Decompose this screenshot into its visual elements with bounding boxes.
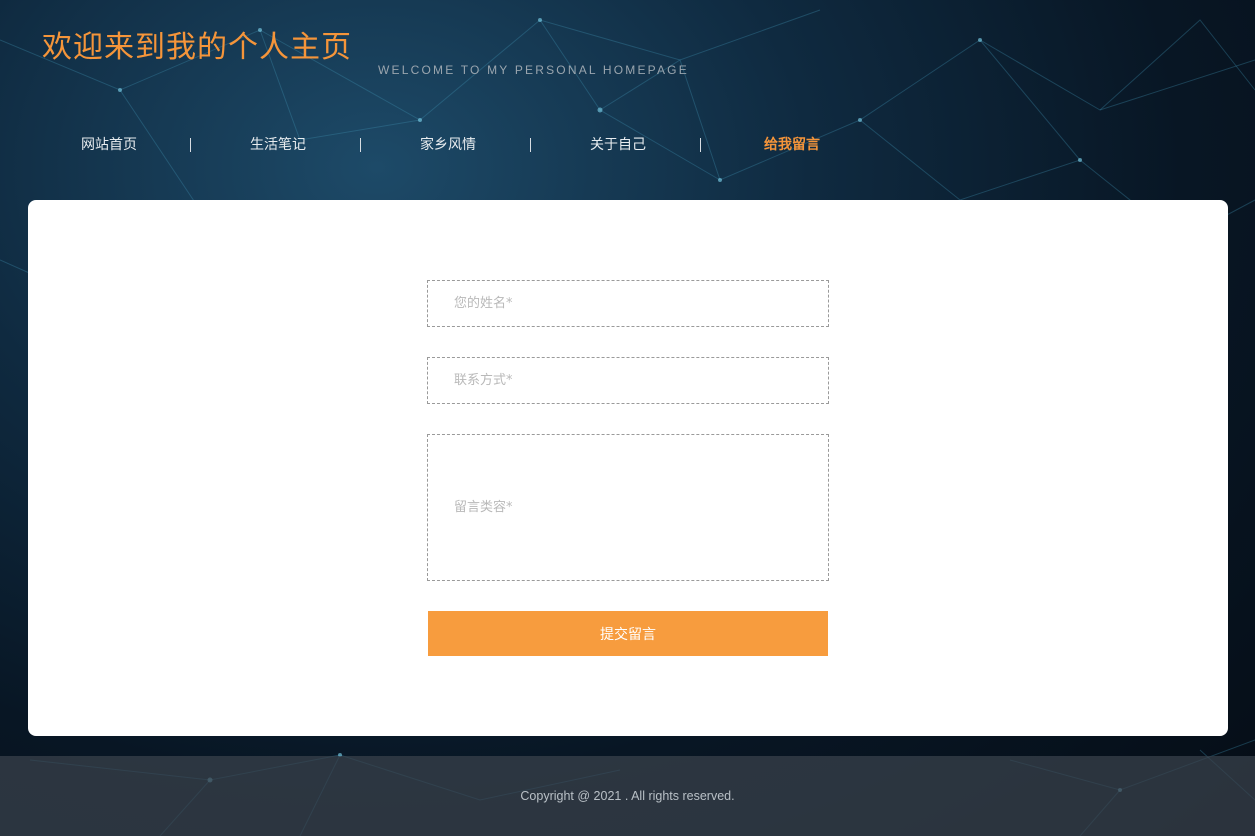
main-nav: 网站首页 生活笔记 家乡风情 关于自己 给我留言	[0, 133, 1000, 157]
site-footer: Copyright @ 2021 . All rights reserved.	[0, 756, 1255, 836]
nav-separator	[530, 138, 531, 152]
site-title: 欢迎来到我的个人主页	[42, 30, 352, 65]
copyright-text: Copyright @ 2021 . All rights reserved.	[520, 789, 735, 803]
nav-item-about[interactable]: 关于自己	[533, 133, 703, 157]
nav-item-life-notes[interactable]: 生活笔记	[193, 133, 363, 157]
nav-item-message[interactable]: 给我留言	[707, 133, 877, 157]
message-textarea[interactable]	[427, 434, 829, 581]
nav-separator	[700, 138, 701, 152]
site-header: 欢迎来到我的个人主页 WELCOME TO MY PERSONAL HOMEPA…	[0, 0, 1255, 200]
submit-message-button[interactable]: 提交留言	[428, 611, 828, 656]
nav-item-home[interactable]: 网站首页	[24, 133, 194, 157]
contact-input[interactable]	[427, 357, 829, 404]
site-subtitle: WELCOME TO MY PERSONAL HOMEPAGE	[378, 63, 689, 77]
nav-separator	[360, 138, 361, 152]
nav-item-hometown[interactable]: 家乡风情	[363, 133, 533, 157]
nav-separator	[190, 138, 191, 152]
message-card: 提交留言	[28, 200, 1228, 736]
name-input[interactable]	[427, 280, 829, 327]
